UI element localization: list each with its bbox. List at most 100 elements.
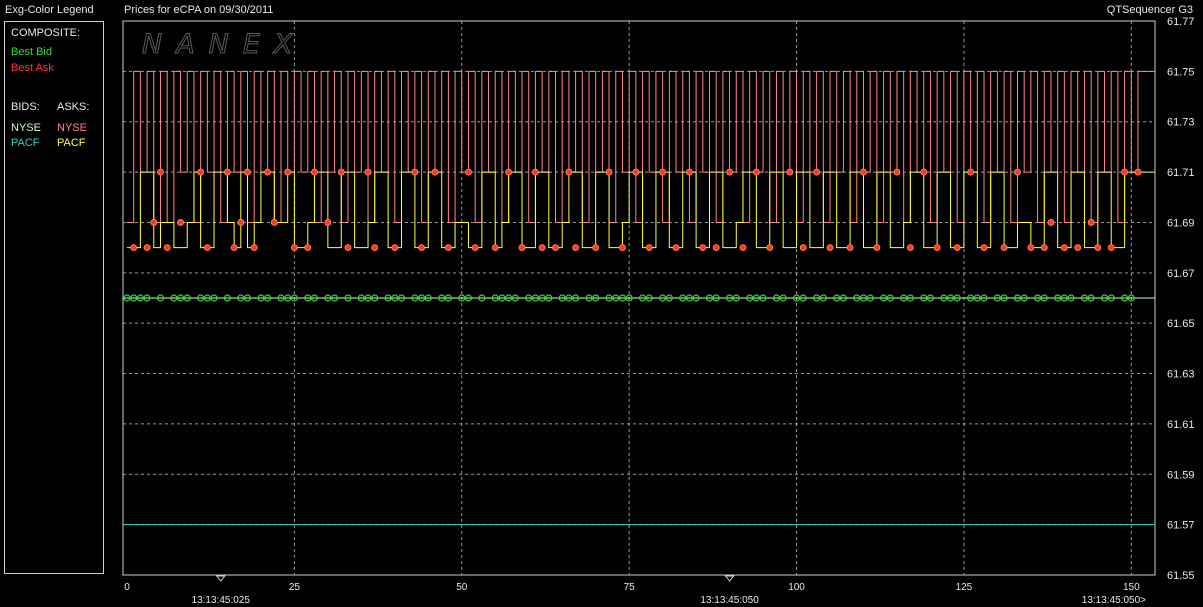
time-label: 13:13:45:050 — [700, 595, 759, 606]
best-ask-point — [130, 244, 138, 252]
best-ask-point — [465, 168, 472, 176]
best-ask-point — [699, 244, 707, 252]
best-ask-point — [391, 244, 399, 252]
x-tick-label: 0 — [124, 582, 130, 593]
best-ask-point — [157, 168, 164, 176]
best-ask-point — [1121, 168, 1129, 176]
best-ask-point — [786, 168, 794, 176]
y-tick-label: 61.77 — [1167, 16, 1195, 28]
best-ask-point — [1087, 219, 1095, 226]
ask-nyse-line — [127, 70, 1155, 223]
x-tick-label: 150 — [1123, 582, 1140, 593]
best-ask-point — [592, 244, 600, 252]
y-tick-label: 61.55 — [1167, 570, 1195, 582]
points-layer — [123, 168, 1142, 302]
y-axis: 61.77 61.75 61.73 61.71 61.69 61.67 61.65 61.63… — [1167, 16, 1195, 582]
best-ask-point — [953, 244, 961, 252]
best-ask-point — [518, 244, 526, 252]
best-ask-point — [712, 244, 720, 252]
y-tick-label: 61.75 — [1167, 66, 1195, 78]
best-ask-point — [826, 244, 834, 252]
best-ask-point — [605, 168, 613, 176]
y-tick-label: 61.67 — [1167, 268, 1195, 280]
best-ask-point — [1027, 244, 1035, 252]
best-ask-point — [659, 168, 667, 176]
nanex-watermark: NANEX — [142, 29, 306, 60]
best-ask-point — [532, 168, 539, 176]
best-ask-point — [1000, 244, 1008, 252]
best-ask-point — [980, 244, 988, 252]
best-ask-point — [224, 168, 231, 176]
best-ask-point — [371, 244, 379, 252]
best-ask-point — [264, 168, 272, 176]
best-ask-point — [860, 168, 867, 176]
best-ask-point — [1074, 244, 1082, 252]
best-ask-point — [143, 244, 151, 252]
best-ask-point — [1094, 244, 1102, 252]
time-label: 13:13:45:050> — [1082, 595, 1146, 606]
y-tick-label: 61.71 — [1167, 167, 1195, 179]
best-ask-point — [726, 168, 733, 176]
best-ask-point — [1014, 168, 1021, 176]
time-label: 13:13:45:025 — [192, 595, 251, 606]
best-ask-point — [250, 244, 258, 252]
x-tick-label: 100 — [788, 582, 805, 593]
y-tick-label: 61.73 — [1167, 117, 1195, 129]
best-ask-point — [1060, 244, 1068, 252]
time-marker-icon — [724, 575, 735, 582]
best-ask-point — [565, 168, 573, 176]
best-ask-point — [284, 168, 292, 176]
best-ask-point — [920, 168, 928, 176]
x-tick-label: 125 — [956, 582, 973, 593]
x-tick-label: 50 — [456, 582, 468, 593]
best-ask-point — [150, 219, 158, 226]
best-ask-point — [619, 244, 626, 252]
x-axis: 0 25 50 75 100 125 150 13:13:45:025 13:13:45:050… — [124, 575, 1146, 606]
best-ask-point — [752, 168, 760, 176]
best-ask-point — [344, 244, 352, 252]
best-ask-point — [686, 168, 693, 176]
x-tick-label: 25 — [289, 582, 301, 593]
best-ask-point — [311, 168, 318, 176]
best-ask-point — [739, 244, 747, 252]
best-ask-point — [290, 244, 298, 252]
best-ask-point — [632, 168, 640, 176]
best-ask-point — [411, 168, 419, 176]
price-chart: NANEX 61.77 61.75 61.73 61.71 61.69 61.67 61.6… — [122, 16, 1195, 606]
best-ask-point — [324, 219, 332, 226]
best-ask-point — [237, 219, 245, 226]
best-ask-point — [197, 168, 205, 176]
best-ask-point — [431, 168, 439, 176]
best-ask-point — [230, 244, 238, 252]
best-ask-point — [337, 168, 345, 176]
best-ask-point — [672, 244, 680, 252]
best-ask-point — [645, 244, 653, 252]
best-ask-point — [203, 244, 211, 252]
y-tick-label: 61.63 — [1167, 369, 1195, 381]
best-ask-point — [799, 244, 807, 252]
best-ask-point — [163, 244, 171, 252]
best-ask-point — [471, 244, 479, 252]
best-ask-point — [1134, 168, 1142, 176]
best-ask-point — [873, 244, 881, 252]
best-ask-point — [967, 168, 975, 176]
best-ask-point — [766, 244, 774, 252]
best-ask-point — [418, 244, 425, 252]
time-marker-icon — [215, 575, 226, 582]
best-ask-point — [177, 219, 184, 226]
best-ask-point — [491, 244, 499, 252]
best-ask-point — [244, 168, 251, 176]
y-tick-label: 61.69 — [1167, 217, 1195, 229]
x-tick-label: 75 — [624, 582, 636, 593]
best-ask-point — [444, 244, 452, 252]
best-ask-point — [505, 168, 513, 176]
best-ask-point — [304, 244, 312, 252]
best-ask-point — [813, 168, 821, 176]
best-ask-point — [1107, 244, 1115, 252]
best-ask-point — [364, 168, 372, 176]
best-ask-point — [906, 244, 914, 252]
y-tick-label: 61.61 — [1167, 419, 1195, 431]
y-tick-label: 61.59 — [1167, 469, 1195, 481]
best-ask-point — [270, 219, 278, 226]
best-ask-point — [846, 244, 854, 252]
